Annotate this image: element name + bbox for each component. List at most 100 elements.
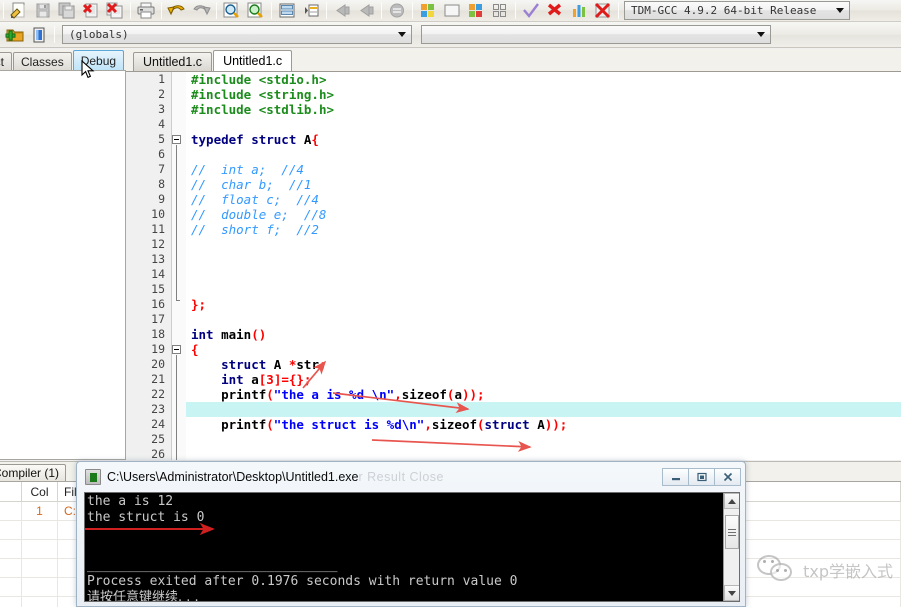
toolbar-print-group	[134, 0, 158, 22]
fold-toggle-main[interactable]	[172, 345, 181, 354]
code-line[interactable]: // float c; //4	[186, 192, 901, 207]
code-line[interactable]: printf("the struct is %d\n",sizeof(struc…	[186, 417, 901, 432]
toggle-breakpoint-icon[interactable]	[385, 1, 409, 21]
line-number: 18	[126, 327, 171, 342]
compile-icon[interactable]	[519, 1, 543, 21]
code-line[interactable]: };	[186, 297, 901, 312]
forward-icon[interactable]	[354, 1, 378, 21]
code-line[interactable]: // char b; //1	[186, 177, 901, 192]
tile-windows-icon[interactable]	[488, 1, 512, 21]
code-line[interactable]: #include <stdlib.h>	[186, 102, 901, 117]
code-line[interactable]: #include <stdio.h>	[186, 72, 901, 87]
fold-toggle-struct[interactable]	[172, 135, 181, 144]
tab-compiler[interactable]: Compiler (1)	[0, 464, 66, 482]
editor-body[interactable]: 1234567891011121314151617181920212223242…	[126, 71, 901, 460]
new-project-icon[interactable]	[416, 1, 440, 21]
print-icon[interactable]	[134, 1, 158, 21]
code-text-area[interactable]: #include <stdio.h>#include <string.h>#in…	[186, 72, 901, 460]
code-line[interactable]: // short f; //2	[186, 222, 901, 237]
code-token: // char b; //1	[191, 177, 311, 192]
code-token: printf	[221, 417, 266, 432]
code-line[interactable]: {	[186, 342, 901, 357]
code-line[interactable]	[186, 267, 901, 282]
stop-execution-icon[interactable]	[591, 1, 615, 21]
run-icon[interactable]	[543, 1, 567, 21]
code-token: #include	[191, 87, 259, 102]
code-line[interactable]: // double e; //8	[186, 207, 901, 222]
new-file-icon[interactable]	[7, 1, 31, 21]
toolbar-breakpoint-group	[385, 0, 409, 22]
code-line[interactable]	[186, 147, 901, 162]
sidebar-tab-classes[interactable]: Classes	[13, 52, 72, 71]
code-line[interactable]: // int a; //4	[186, 162, 901, 177]
code-token: {	[311, 132, 319, 147]
chevron-down-icon[interactable]	[394, 26, 409, 43]
chevron-down-icon[interactable]	[753, 26, 768, 43]
toolbar-separator	[412, 2, 413, 19]
editor-tab-untitled1-b[interactable]: Untitled1.c	[213, 50, 292, 71]
line-number: 22	[126, 387, 171, 402]
line-number: 6	[126, 147, 171, 162]
line-number: 20	[126, 357, 171, 372]
column-header-col: Col	[22, 482, 58, 501]
console-line: Process exited after 0.1976 seconds with…	[87, 574, 722, 590]
console-window[interactable]: C:\Users\Administrator\Desktop\Untitled1…	[76, 461, 746, 607]
code-line[interactable]	[186, 312, 901, 327]
code-line[interactable]	[186, 282, 901, 297]
code-line[interactable]: int a[3]={};	[186, 372, 901, 387]
redo-icon[interactable]	[189, 1, 213, 21]
close-all-icon[interactable]	[103, 1, 127, 21]
code-folding-column[interactable]	[172, 72, 186, 460]
console-title-bar[interactable]: C:\Users\Administrator\Desktop\Untitled1…	[77, 462, 745, 492]
debug-watch-list[interactable]	[0, 70, 126, 460]
editor-tab-untitled1-a[interactable]: Untitled1.c	[133, 52, 212, 71]
replace-icon[interactable]	[244, 1, 268, 21]
code-line[interactable]	[186, 432, 901, 447]
globals-scope-combo[interactable]: (globals)	[62, 25, 412, 44]
line-number: 26	[126, 447, 171, 460]
find-icon[interactable]	[220, 1, 244, 21]
code-line[interactable]: typedef struct A{	[186, 132, 901, 147]
line-number: 12	[126, 237, 171, 252]
save-all-icon[interactable]	[55, 1, 79, 21]
code-line[interactable]	[186, 447, 901, 460]
undo-icon[interactable]	[165, 1, 189, 21]
console-scrollbar[interactable]	[723, 493, 739, 601]
scroll-up-button[interactable]	[724, 493, 740, 509]
add-watch-icon[interactable]	[3, 25, 27, 45]
scroll-down-button[interactable]	[724, 585, 740, 601]
code-line[interactable]: struct A *str;	[186, 357, 901, 372]
compiler-options-icon[interactable]	[464, 1, 488, 21]
code-token	[191, 387, 221, 402]
line-number: 15	[126, 282, 171, 297]
code-line[interactable]	[186, 252, 901, 267]
view-cpu-window-icon[interactable]	[27, 25, 51, 45]
code-line[interactable]: #include <string.h>	[186, 87, 901, 102]
goto-function-icon[interactable]	[299, 1, 323, 21]
code-token: struct	[485, 417, 538, 432]
code-line[interactable]	[186, 117, 901, 132]
back-icon[interactable]	[330, 1, 354, 21]
close-file-icon[interactable]	[79, 1, 103, 21]
chevron-down-icon[interactable]	[832, 2, 847, 19]
scrollbar-thumb[interactable]	[725, 515, 739, 549]
compiler-set-combo[interactable]: TDM-GCC 4.9.2 64-bit Release	[624, 1, 850, 20]
save-icon[interactable]	[31, 1, 55, 21]
project-options-icon[interactable]	[440, 1, 464, 21]
code-line[interactable]	[186, 237, 901, 252]
console-output-area[interactable]: the a is 12the struct is 0 _____________…	[84, 492, 740, 602]
code-line[interactable]	[186, 402, 901, 417]
toolbar-separator	[618, 2, 619, 19]
code-line[interactable]: int main()	[186, 327, 901, 342]
console-line: the a is 12	[87, 494, 722, 510]
profile-icon[interactable]	[567, 1, 591, 21]
code-line[interactable]: printf("the a is %d \n",sizeof(a));	[186, 387, 901, 402]
close-button[interactable]	[714, 468, 741, 486]
line-number: 4	[126, 117, 171, 132]
code-token: (	[266, 417, 274, 432]
secondary-combo[interactable]	[421, 25, 771, 44]
goto-line-icon[interactable]	[275, 1, 299, 21]
sidebar-tab-project[interactable]: ect	[0, 52, 12, 71]
minimize-button[interactable]	[662, 468, 689, 486]
maximize-button[interactable]	[688, 468, 715, 486]
